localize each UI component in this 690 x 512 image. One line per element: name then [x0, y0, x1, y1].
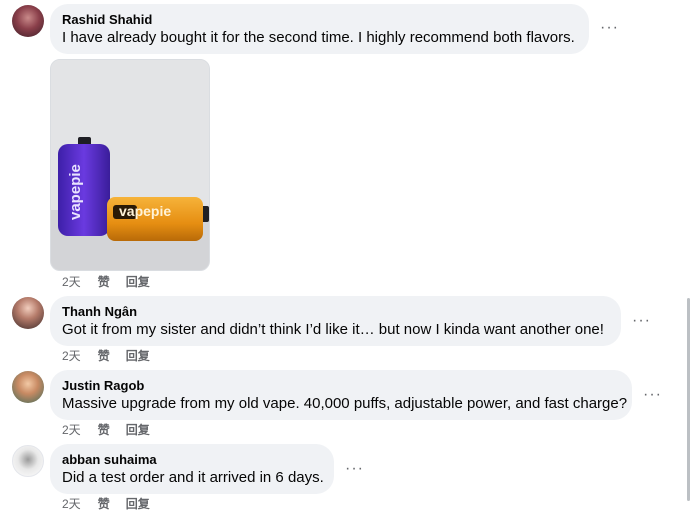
vape-photo-image: vapepie vapepie: [51, 60, 209, 270]
comment-time[interactable]: 2天: [62, 349, 81, 363]
like-button[interactable]: 赞: [98, 423, 110, 437]
comment-photo[interactable]: vapepie vapepie: [50, 59, 210, 271]
comment-text: Massive upgrade from my old vape. 40,000…: [62, 395, 628, 412]
comment-time[interactable]: 2天: [62, 497, 81, 511]
comment-actions: 2天 赞 回复: [62, 496, 166, 512]
comment-actions: 2天 赞 回复: [62, 348, 166, 364]
comment-actions: 2天 赞 回复: [62, 422, 166, 438]
comment-author[interactable]: Justin Ragob: [62, 378, 620, 394]
avatar[interactable]: [12, 297, 44, 329]
avatar[interactable]: [12, 5, 44, 37]
comment-text: I have already bought it for the second …: [62, 29, 575, 46]
like-button[interactable]: 赞: [98, 349, 110, 363]
comment-text: Did a test order and it arrived in 6 day…: [62, 469, 324, 486]
comment-author[interactable]: Thanh Ngân: [62, 304, 609, 320]
comment-bubble: Justin Ragob Massive upgrade from my old…: [50, 370, 632, 420]
vape-brand-orange: vapepie: [119, 203, 171, 219]
more-options-icon[interactable]: ···: [632, 313, 651, 329]
comment-time[interactable]: 2天: [62, 275, 81, 289]
comment-text: Got it from my sister and didn’t think I…: [62, 321, 604, 338]
comment-bubble: Rashid Shahid I have already bought it f…: [50, 4, 589, 54]
like-button[interactable]: 赞: [98, 275, 110, 289]
comment-author[interactable]: Rashid Shahid: [62, 12, 577, 28]
like-button[interactable]: 赞: [98, 497, 110, 511]
avatar[interactable]: [12, 371, 44, 403]
avatar[interactable]: [12, 445, 44, 477]
comment-actions: 2天 赞 回复: [62, 274, 166, 290]
reply-button[interactable]: 回复: [126, 349, 150, 363]
more-options-icon[interactable]: ···: [600, 20, 619, 36]
reply-button[interactable]: 回复: [126, 423, 150, 437]
reply-button[interactable]: 回复: [126, 275, 150, 289]
comment-time[interactable]: 2天: [62, 423, 81, 437]
comment-bubble: Thanh Ngân Got it from my sister and did…: [50, 296, 621, 346]
comment-author[interactable]: abban suhaima: [62, 452, 322, 468]
more-options-icon[interactable]: ···: [643, 387, 662, 403]
vape-brand-purple: vapepie: [67, 164, 84, 220]
comment-bubble: abban suhaima Did a test order and it ar…: [50, 444, 334, 494]
reply-button[interactable]: 回复: [126, 497, 150, 511]
more-options-icon[interactable]: ···: [345, 461, 364, 477]
